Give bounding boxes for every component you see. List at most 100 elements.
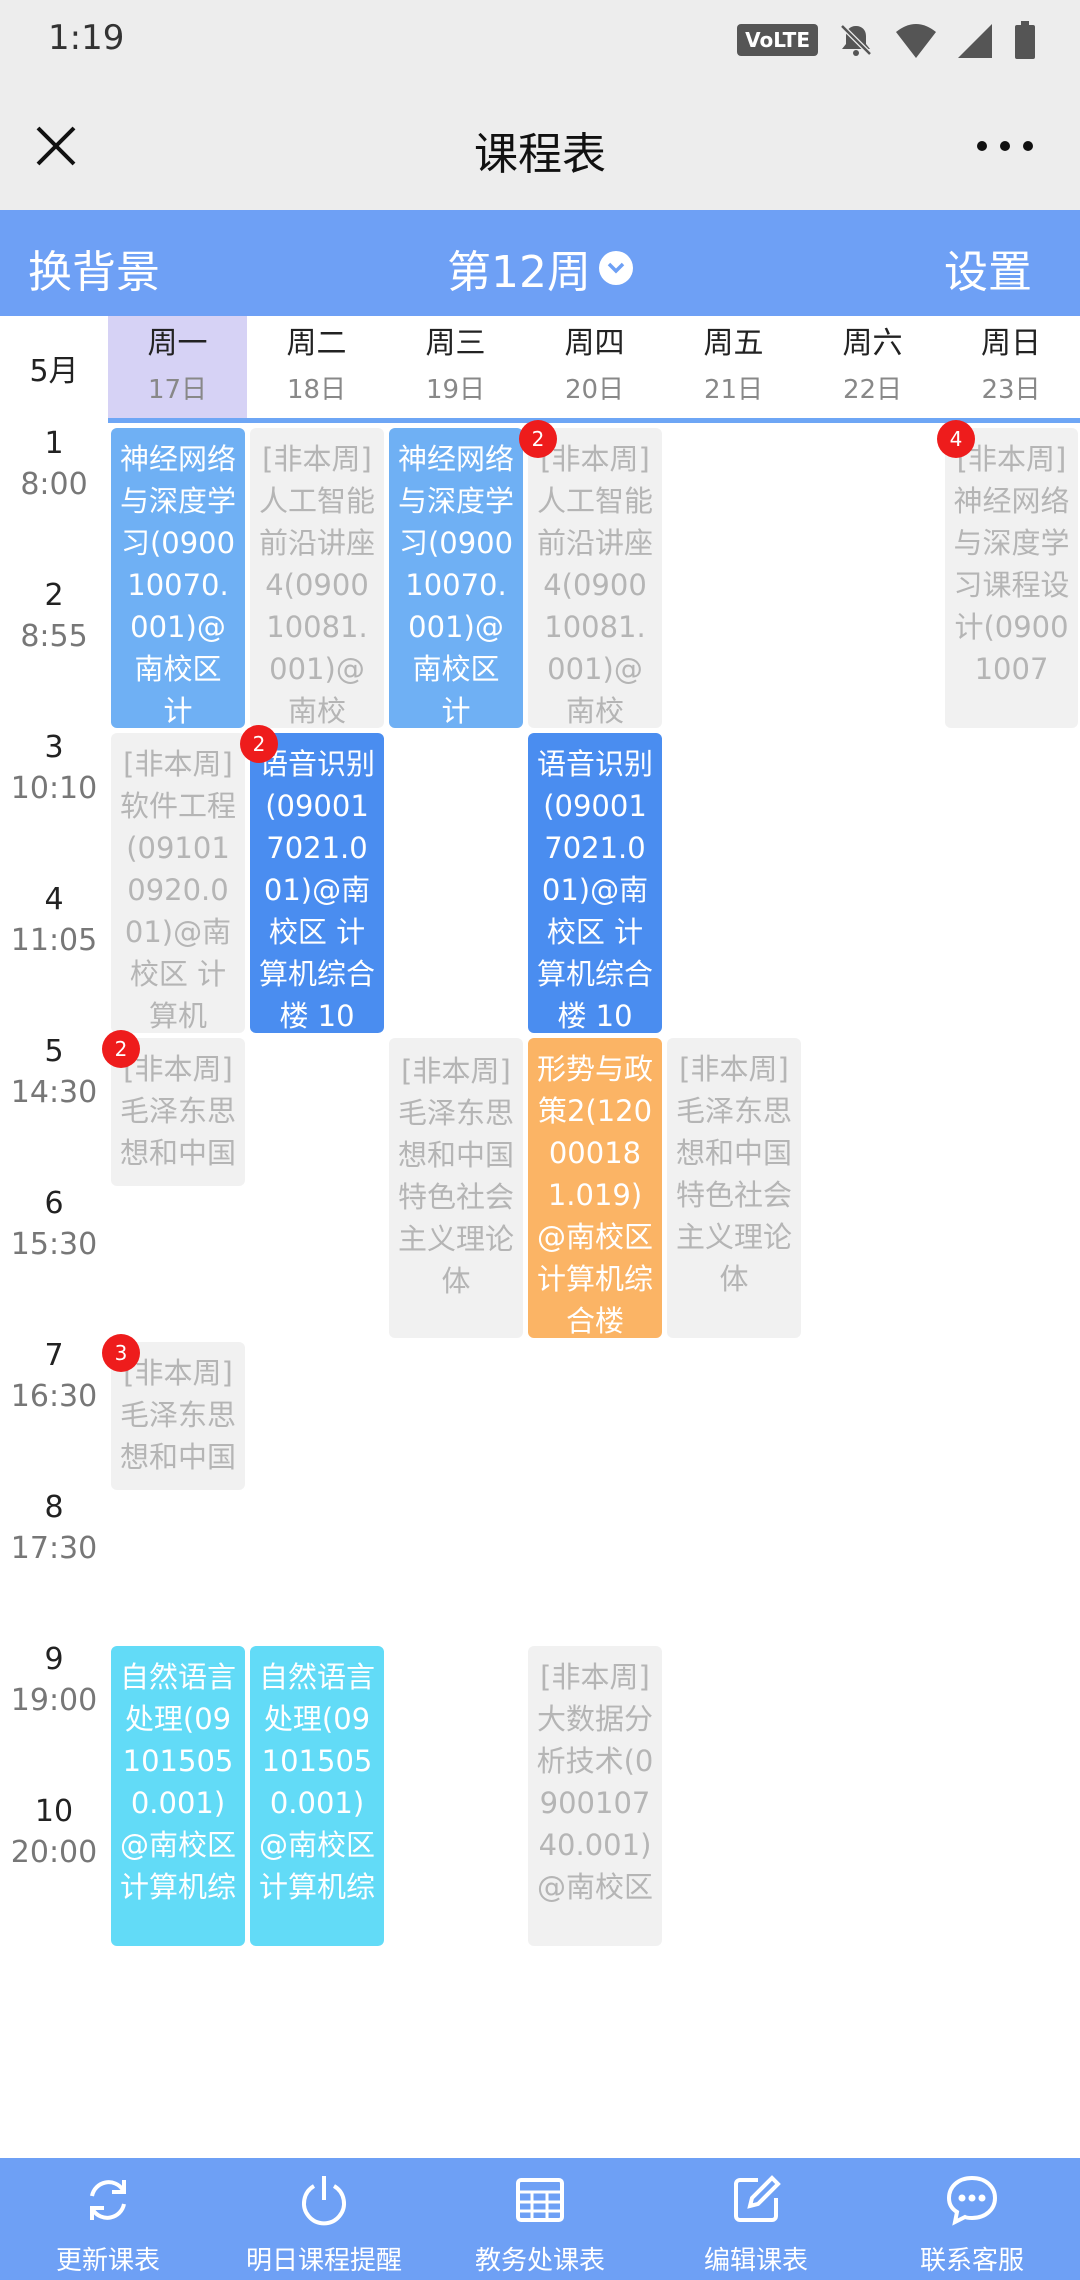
chat-icon bbox=[946, 2175, 998, 2226]
weekday-label: 周六 bbox=[842, 326, 903, 361]
bottom-nav: 更新课表 明日课程提醒 教务处课表 编辑课表 联系客服 bbox=[0, 2158, 1080, 2280]
course-block[interactable]: [非本周]大数据分析技术(090010740.001)@南校区 bbox=[528, 1646, 662, 1946]
period-time: 20:00 bbox=[10, 1835, 98, 1870]
battery-icon bbox=[1015, 21, 1035, 59]
nav-label: 教务处课表 bbox=[474, 2246, 605, 2276]
schedule-toolbar: 换背景 第12周 设置 bbox=[0, 210, 1080, 316]
weekday-label: 周一 bbox=[147, 326, 208, 361]
weekday-label: 周二 bbox=[286, 326, 347, 361]
date-label: 17日 bbox=[147, 375, 208, 405]
period-time: 16:30 bbox=[10, 1379, 98, 1414]
course-block[interactable]: 形势与政策2(120000181.019)@南校区 计算机综合楼 bbox=[528, 1038, 662, 1338]
title-bar: 课程表 bbox=[0, 82, 1080, 210]
date-label: 23日 bbox=[981, 375, 1041, 405]
day-header-fri: 周五 21日 bbox=[664, 316, 803, 420]
course-block[interactable]: [非本周]神经网络与深度学习课程设计(09001007 bbox=[945, 428, 1078, 728]
nav-label: 更新课表 bbox=[55, 2246, 160, 2276]
course-block[interactable]: 语音识别(090017021.001)@南校区 计算机综合楼 10 bbox=[528, 733, 662, 1033]
course-block[interactable]: 自然语言处理(091015050.001)@南校区 计算机综 bbox=[111, 1646, 245, 1946]
overlap-count-badge: 3 bbox=[102, 1334, 140, 1372]
period-time: 11:05 bbox=[10, 923, 98, 958]
page-title: 课程表 bbox=[474, 129, 606, 180]
overlap-count-badge: 2 bbox=[519, 420, 557, 458]
day-header-mon: 周一 17日 bbox=[108, 316, 247, 420]
period-time: 8:55 bbox=[20, 619, 88, 654]
weekday-label: 周四 bbox=[564, 326, 625, 361]
date-label: 19日 bbox=[425, 375, 486, 405]
period-slot: 9 19:00 bbox=[0, 1642, 108, 1718]
weekday-label: 周五 bbox=[703, 326, 764, 361]
month-label: 5月 bbox=[29, 354, 79, 389]
course-block[interactable]: 自然语言处理(091015050.001)@南校区 计算机综 bbox=[250, 1646, 384, 1946]
period-slot: 6 15:30 bbox=[0, 1186, 108, 1262]
period-number: 9 bbox=[44, 1642, 64, 1677]
period-slot: 5 14:30 bbox=[0, 1034, 108, 1110]
date-label: 21日 bbox=[703, 375, 764, 405]
week-selector[interactable]: 第12周 bbox=[0, 236, 1080, 300]
wifi-icon bbox=[896, 24, 936, 58]
date-label: 20日 bbox=[564, 375, 625, 405]
settings-button[interactable]: 设置 bbox=[944, 236, 1032, 300]
period-number: 5 bbox=[44, 1034, 64, 1069]
course-block[interactable]: [非本周]毛泽东思想和中国特色社会主义理论体 bbox=[389, 1038, 523, 1338]
course-block[interactable]: 神经网络与深度学习(090010070.001)@南校区 计 bbox=[389, 428, 523, 728]
status-time: 1:19 bbox=[48, 18, 125, 58]
period-number: 2 bbox=[44, 578, 64, 613]
day-header-wed: 周三 19日 bbox=[386, 316, 525, 420]
nav-contact-support[interactable]: 联系客服 bbox=[864, 2158, 1080, 2280]
nav-academic-schedule[interactable]: 教务处课表 bbox=[432, 2158, 648, 2280]
period-slot: 7 16:30 bbox=[0, 1338, 108, 1414]
overlap-count-badge: 4 bbox=[937, 420, 975, 458]
nav-label: 联系客服 bbox=[919, 2246, 1024, 2276]
power-icon bbox=[302, 2176, 346, 2226]
course-block[interactable]: [非本周]软件工程(091010920.001)@南校区 计算机 bbox=[111, 733, 245, 1033]
period-slot: 1 8:00 bbox=[0, 426, 108, 502]
date-label: 18日 bbox=[286, 375, 347, 405]
course-block[interactable]: 神经网络与深度学习(090010070.001)@南校区 计 bbox=[111, 428, 245, 728]
period-number: 1 bbox=[44, 426, 64, 461]
status-bar: 1:19 VoLTE bbox=[0, 0, 1080, 82]
weekday-label: 周日 bbox=[981, 326, 1041, 361]
nav-tomorrow-reminder[interactable]: 明日课程提醒 bbox=[216, 2158, 432, 2280]
day-header-sun: 周日 23日 bbox=[942, 316, 1080, 420]
course-block[interactable]: [非本周]毛泽东思想和中国特色社会主义理论体 bbox=[667, 1038, 801, 1338]
overlap-count-badge: 2 bbox=[102, 1030, 140, 1068]
day-header-thu: 周四 20日 bbox=[525, 316, 664, 420]
course-block[interactable]: [非本周]人工智能前沿讲座4(090010081.001)@南校 bbox=[528, 428, 662, 728]
period-number: 8 bbox=[44, 1490, 64, 1525]
signal-icon bbox=[958, 24, 992, 58]
volte-badge: VoLTE bbox=[737, 24, 818, 56]
refresh-icon bbox=[90, 2180, 126, 2220]
more-icon[interactable] bbox=[970, 120, 1040, 172]
status-icons: VoLTE bbox=[737, 18, 1036, 62]
week-label: 第12周 bbox=[447, 247, 591, 298]
period-number: 10 bbox=[34, 1794, 74, 1829]
course-block[interactable]: [非本周]人工智能前沿讲座4(090010081.001)@南校 bbox=[250, 428, 384, 728]
period-number: 4 bbox=[44, 882, 64, 917]
period-number: 7 bbox=[44, 1338, 64, 1373]
overlap-count-badge: 2 bbox=[240, 725, 278, 763]
period-time: 19:00 bbox=[10, 1683, 98, 1718]
period-time: 15:30 bbox=[10, 1227, 98, 1262]
period-slot: 3 10:10 bbox=[0, 730, 108, 806]
edit-icon bbox=[734, 2175, 781, 2222]
nav-label: 编辑课表 bbox=[703, 2246, 808, 2276]
period-time: 17:30 bbox=[10, 1531, 98, 1566]
grid-table-icon bbox=[516, 2178, 564, 2222]
course-block[interactable]: 语音识别(090017021.001)@南校区 计算机综合楼 10 bbox=[250, 733, 384, 1033]
period-slot: 4 11:05 bbox=[0, 882, 108, 958]
nav-edit-schedule[interactable]: 编辑课表 bbox=[648, 2158, 864, 2280]
date-label: 22日 bbox=[842, 375, 903, 405]
period-time: 14:30 bbox=[10, 1075, 98, 1110]
period-time: 8:00 bbox=[20, 467, 88, 502]
nav-update-schedule[interactable]: 更新课表 bbox=[0, 2158, 216, 2280]
mute-icon bbox=[840, 24, 872, 56]
period-slot: 8 17:30 bbox=[0, 1490, 108, 1566]
header-divider bbox=[108, 418, 1080, 423]
period-number: 3 bbox=[44, 730, 64, 765]
period-slot: 2 8:55 bbox=[0, 578, 108, 654]
period-time: 10:10 bbox=[10, 771, 98, 806]
chevron-down-icon bbox=[599, 251, 633, 285]
nav-label: 明日课程提醒 bbox=[245, 2246, 402, 2276]
period-slot: 10 20:00 bbox=[0, 1794, 108, 1870]
